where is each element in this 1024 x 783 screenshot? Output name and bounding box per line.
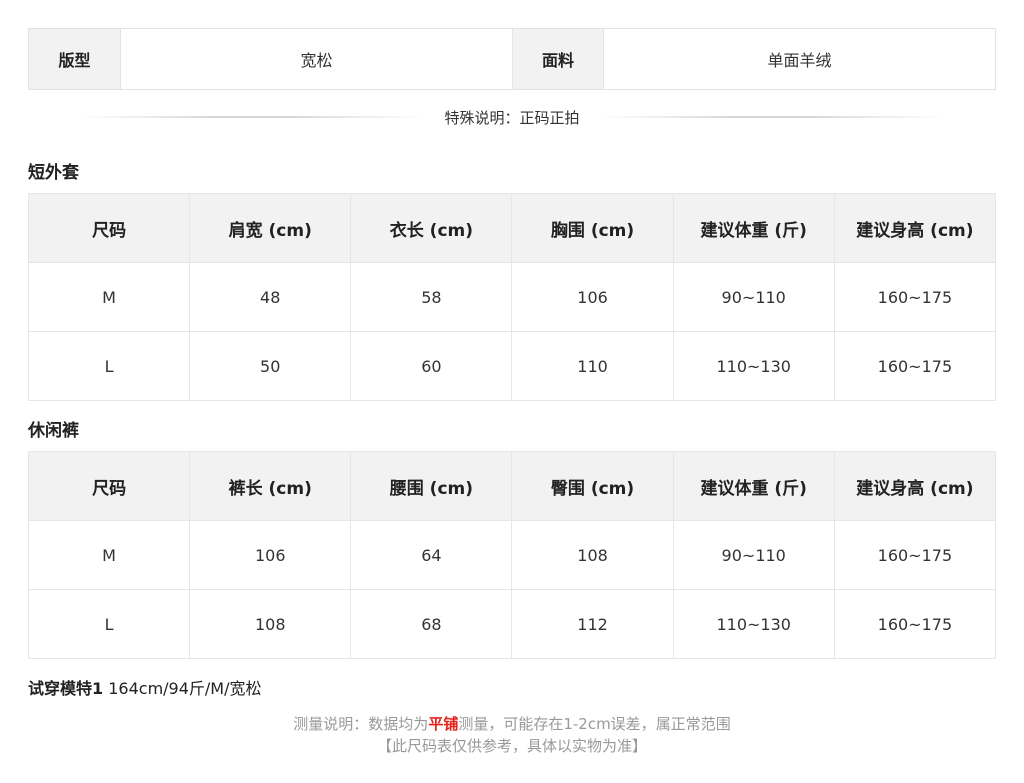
model-value: 164cm/94斤/M/宽松 [108,679,262,698]
header-cell: 裤长 (cm) [189,451,352,521]
table-row: M 106 64 108 90~110 160~175 [27,520,997,590]
header-cell: 肩宽 (cm) [189,193,352,263]
table-cell: 160~175 [833,520,997,590]
header-cell: 尺码 [27,451,191,521]
measure-note-prefix: 测量说明：数据均为 [293,715,429,733]
jacket-size-table: 尺码 肩宽 (cm) 衣长 (cm) 胸围 (cm) 建议体重 (斤) 建议身高… [27,193,997,401]
table-cell: 68 [350,589,513,659]
table-header-row: 尺码 肩宽 (cm) 衣长 (cm) 胸围 (cm) 建议体重 (斤) 建议身高… [27,193,997,263]
divider-right [601,116,942,118]
table-cell: 108 [189,589,352,659]
header-cell: 胸围 (cm) [511,193,674,263]
table-cell: 110~130 [672,589,835,659]
special-note: 特殊说明：正码正拍 [28,104,996,130]
fit-label: 版型 [29,29,120,89]
table-cell: M [27,262,191,332]
fabric-value: 单面羊绒 [603,29,995,89]
table-cell: 110~130 [672,331,835,401]
table-cell: 58 [350,262,513,332]
table-cell: 160~175 [833,331,997,401]
table-row: L 50 60 110 110~130 160~175 [27,331,997,401]
header-cell: 建议体重 (斤) [672,193,835,263]
table-cell: 106 [511,262,674,332]
pants-section-title: 休闲裤 [28,421,79,441]
divider-left [82,116,423,118]
header-cell: 臀围 (cm) [511,451,674,521]
table-cell: 110 [511,331,674,401]
fabric-label: 面料 [512,29,603,89]
header-cell: 尺码 [27,193,191,263]
jacket-section-title: 短外套 [28,163,79,183]
model-label: 试穿模特1 [28,679,104,698]
table-cell: 112 [511,589,674,659]
table-row: L 108 68 112 110~130 160~175 [27,589,997,659]
table-cell: 90~110 [672,262,835,332]
table-cell: L [27,331,191,401]
table-cell: 64 [350,520,513,590]
product-info-table: 版型 宽松 面料 单面羊绒 [28,28,996,90]
header-cell: 腰围 (cm) [350,451,513,521]
table-cell: 108 [511,520,674,590]
table-cell: L [27,589,191,659]
table-cell: 60 [350,331,513,401]
table-cell: 160~175 [833,262,997,332]
pants-size-table: 尺码 裤长 (cm) 腰围 (cm) 臀围 (cm) 建议体重 (斤) 建议身高… [27,451,997,659]
measure-note-line2: 【此尺码表仅供参考，具体以实物为准】 [376,737,647,755]
table-row: M 48 58 106 90~110 160~175 [27,262,997,332]
table-cell: M [27,520,191,590]
table-cell: 50 [189,331,352,401]
measure-note-highlight: 平铺 [428,715,459,733]
header-cell: 建议身高 (cm) [833,451,997,521]
special-note-text: 特殊说明：正码正拍 [444,108,580,127]
table-cell: 90~110 [672,520,835,590]
measure-note-line1: 测量说明：数据均为平铺测量，可能存在1-2cm误差，属正常范围 [0,713,1024,734]
table-header-row: 尺码 裤长 (cm) 腰围 (cm) 臀围 (cm) 建议体重 (斤) 建议身高… [27,451,997,521]
header-cell: 衣长 (cm) [350,193,513,263]
table-cell: 160~175 [833,589,997,659]
table-cell: 106 [189,520,352,590]
header-cell: 建议身高 (cm) [833,193,997,263]
header-cell: 建议体重 (斤) [672,451,835,521]
measure-note-suffix: 测量，可能存在1-2cm误差，属正常范围 [458,715,731,733]
fit-value: 宽松 [120,29,512,89]
model-info: 试穿模特1 164cm/94斤/M/宽松 [28,675,262,699]
table-cell: 48 [189,262,352,332]
